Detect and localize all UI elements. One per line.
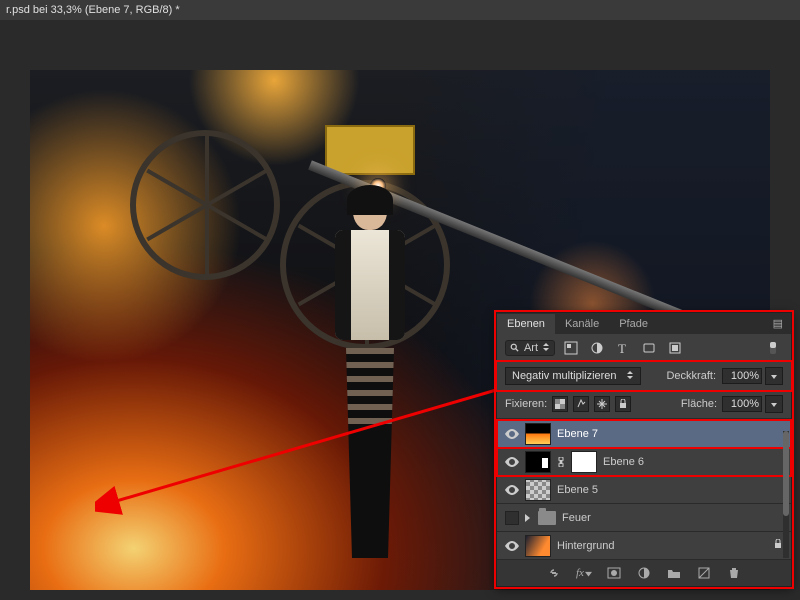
lock-position-icon[interactable] bbox=[594, 396, 610, 412]
lock-row: Fixieren: Fläche: bbox=[497, 390, 791, 419]
panel-tabs: Ebenen Kanäle Pfade ▤ bbox=[497, 313, 791, 334]
layer-row[interactable]: Ebene 7 bbox=[497, 420, 791, 448]
opacity-label: Deckkraft: bbox=[666, 370, 716, 382]
add-mask-icon[interactable] bbox=[606, 565, 622, 581]
tab-paths[interactable]: Pfade bbox=[609, 314, 658, 334]
layer-row[interactable]: Feuer bbox=[497, 504, 791, 532]
document-titlebar: r.psd bei 33,3% (Ebene 7, RGB/8) * bbox=[0, 0, 800, 20]
lock-label: Fixieren: bbox=[505, 398, 547, 410]
lock-all-icon[interactable] bbox=[615, 396, 631, 412]
filter-pixel-icon[interactable] bbox=[561, 339, 581, 357]
opacity-control bbox=[722, 367, 783, 385]
lock-pixels-icon[interactable] bbox=[573, 396, 589, 412]
tab-channels[interactable]: Kanäle bbox=[555, 314, 609, 334]
layers-scrollbar[interactable] bbox=[783, 431, 789, 558]
folder-icon bbox=[538, 511, 556, 525]
link-layers-icon[interactable] bbox=[546, 565, 562, 581]
layer-thumbnail[interactable] bbox=[525, 479, 551, 501]
new-group-icon[interactable] bbox=[666, 565, 682, 581]
tab-layers[interactable]: Ebenen bbox=[497, 314, 555, 334]
opacity-input[interactable] bbox=[722, 368, 762, 384]
filter-toggle-switch[interactable] bbox=[763, 339, 783, 357]
fill-input[interactable] bbox=[722, 396, 762, 412]
opacity-slider-toggle[interactable] bbox=[765, 367, 783, 385]
scrollbar-thumb[interactable] bbox=[783, 431, 789, 516]
updown-icon bbox=[542, 342, 550, 354]
visibility-toggle[interactable] bbox=[505, 539, 519, 553]
fill-control bbox=[722, 395, 783, 413]
filter-adjustment-icon[interactable] bbox=[587, 339, 607, 357]
visibility-toggle[interactable] bbox=[505, 511, 519, 525]
prop-sign bbox=[325, 125, 415, 175]
lock-icon bbox=[773, 539, 783, 552]
layer-panel-footer: fx bbox=[497, 560, 791, 586]
layer-name[interactable]: Ebene 6 bbox=[603, 456, 783, 468]
delete-layer-icon[interactable] bbox=[726, 565, 742, 581]
layer-name[interactable]: Ebene 5 bbox=[557, 484, 783, 496]
blend-mode-dropdown[interactable]: Negativ multiplizieren bbox=[505, 367, 641, 385]
layer-thumbnail[interactable] bbox=[525, 451, 551, 473]
mask-link-icon[interactable] bbox=[557, 458, 565, 466]
layer-name[interactable]: Ebene 7 bbox=[557, 428, 783, 440]
layer-name[interactable]: Hintergrund bbox=[557, 540, 767, 552]
filter-smart-icon[interactable] bbox=[665, 339, 685, 357]
layer-name[interactable]: Feuer bbox=[562, 512, 783, 524]
visibility-toggle[interactable] bbox=[505, 427, 519, 441]
panel-menu-icon[interactable]: ▤ bbox=[765, 313, 791, 334]
visibility-toggle[interactable] bbox=[505, 455, 519, 469]
svg-text:T: T bbox=[618, 341, 626, 355]
filter-shape-icon[interactable] bbox=[639, 339, 659, 357]
layer-filter-row: Art T bbox=[497, 334, 791, 362]
layers-panel: Ebenen Kanäle Pfade ▤ Art T Negativ mult… bbox=[496, 312, 792, 587]
new-layer-icon[interactable] bbox=[696, 565, 712, 581]
disclosure-icon[interactable] bbox=[525, 514, 530, 522]
layer-style-icon[interactable]: fx bbox=[576, 565, 592, 581]
layer-thumbnail[interactable] bbox=[525, 423, 551, 445]
filter-type-icon[interactable]: T bbox=[613, 339, 633, 357]
filter-kind-label: Art bbox=[524, 342, 538, 354]
blend-mode-value: Negativ multiplizieren bbox=[512, 370, 617, 382]
prop-wheel bbox=[130, 130, 280, 280]
mask-thumbnail[interactable] bbox=[571, 451, 597, 473]
layer-row[interactable]: Hintergrund bbox=[497, 532, 791, 560]
prop-person bbox=[310, 190, 430, 590]
layer-thumbnail[interactable] bbox=[525, 535, 551, 557]
updown-icon bbox=[626, 370, 634, 382]
visibility-toggle[interactable] bbox=[505, 483, 519, 497]
fill-label: Fläche: bbox=[681, 398, 717, 410]
document-title: r.psd bei 33,3% (Ebene 7, RGB/8) * bbox=[6, 4, 180, 16]
new-adjustment-icon[interactable] bbox=[636, 565, 652, 581]
lock-transparency-icon[interactable] bbox=[552, 396, 568, 412]
layer-filter-kind[interactable]: Art bbox=[505, 340, 555, 356]
layer-list: Ebene 7 Ebene 6 Ebene 5 Feuer Hintergrund bbox=[497, 419, 791, 560]
fill-slider-toggle[interactable] bbox=[765, 395, 783, 413]
layer-row[interactable]: Ebene 5 bbox=[497, 476, 791, 504]
search-icon bbox=[510, 343, 520, 353]
layer-row[interactable]: Ebene 6 bbox=[497, 448, 791, 476]
blend-mode-row: Negativ multiplizieren Deckkraft: bbox=[497, 362, 791, 390]
